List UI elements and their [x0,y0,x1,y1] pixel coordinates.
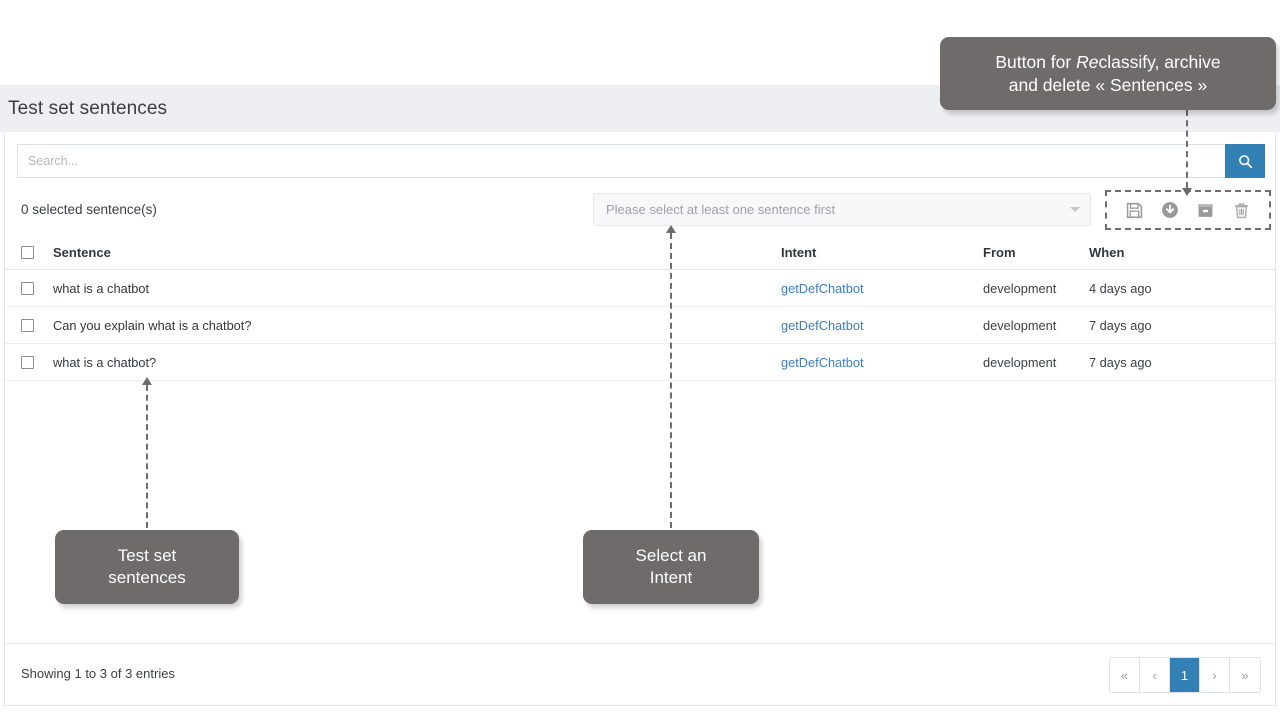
callout-reclassify-line1-em: Re [1076,52,1099,73]
select-all-cell [5,246,49,259]
pagination-prev[interactable]: ‹ [1140,658,1170,692]
intent-link[interactable]: getDefChatbot [781,318,864,333]
reclassify-button[interactable] [1159,199,1181,221]
cell-from: development [983,354,1057,370]
chevron-down-icon [1070,207,1080,212]
arrow-up-icon [666,225,676,233]
search-row [17,144,1265,178]
column-header-when: When [1089,245,1125,260]
cell-sentence: Can you explain what is a chatbot? [53,317,252,333]
cell-intent: getDefChatbot [763,318,983,333]
select-all-checkbox[interactable] [20,246,34,259]
cell-when: 7 days ago [1089,354,1152,370]
row-checkbox[interactable] [20,281,34,295]
save-icon [1127,202,1143,218]
circle-arrow-down-icon [1162,202,1179,218]
row-checkbox[interactable] [20,318,34,332]
delete-button[interactable] [1230,199,1252,221]
search-button[interactable] [1225,144,1265,178]
callout-intent: Select an Intent [583,530,759,604]
page-title: Test set sentences [8,97,168,119]
intent-link[interactable]: getDefChatbot [781,281,864,296]
table-footer: Showing 1 to 3 of 3 entries « ‹ 1 › » [5,643,1275,705]
content-card: 0 selected sentence(s) Please select at … [4,132,1277,706]
pagination-first[interactable]: « [1110,658,1140,692]
search-input[interactable] [17,144,1225,178]
entries-summary: Showing 1 to 3 of 3 entries [21,666,175,681]
callout-testset: Test set sentences [55,530,239,604]
cell-from: development [983,280,1057,296]
cell-sentence: what is a chatbot? [53,354,157,370]
cell-from: development [983,317,1057,333]
intent-select-placeholder: Please select at least one sentence firs… [606,202,836,217]
search-icon [1238,154,1252,168]
cell-intent: getDefChatbot [763,281,983,296]
save-button[interactable] [1124,199,1146,221]
app-screen: Test set sentences 0 selected sentence(s… [0,0,1280,720]
callout-reclassify-line1-post: classify, archive [1098,52,1221,73]
pagination-next[interactable]: › [1200,658,1230,692]
cell-when: 4 days ago [1089,280,1152,296]
action-bar: 0 selected sentence(s) Please select at … [5,190,1277,236]
table-row[interactable]: what is a chatbot? getDefChatbot develop… [5,344,1277,381]
callout-reclassify-line2: and delete « Sentences » [1008,74,1208,95]
archive-button[interactable] [1195,199,1217,221]
intent-select[interactable]: Please select at least one sentence firs… [593,193,1091,226]
row-select-cell [5,318,49,332]
sentences-table: Sentence Intent From When what is a chat… [5,236,1277,381]
pagination: « ‹ 1 › » [1109,657,1261,693]
callout-reclassify-line1-pre: Button for [995,52,1077,73]
cell-intent: getDefChatbot [763,355,983,370]
cell-when: 7 days ago [1089,317,1152,333]
column-header-intent: Intent [781,245,817,260]
leader-dash [1186,110,1188,188]
arrow-up-icon [142,377,152,385]
leader-dash [146,385,148,528]
pagination-last[interactable]: » [1230,658,1260,692]
row-select-cell [5,355,49,369]
table-row[interactable]: Can you explain what is a chatbot? getDe… [5,307,1277,344]
pagination-page-1[interactable]: 1 [1170,658,1200,692]
intent-link[interactable]: getDefChatbot [781,355,864,370]
archive-icon [1198,203,1214,217]
table-header-row: Sentence Intent From When [5,236,1277,270]
leader-dash [670,233,672,528]
selected-count-label: 0 selected sentence(s) [21,202,157,217]
bulk-actions-group [1105,190,1271,230]
row-checkbox[interactable] [20,355,34,369]
column-header-from: From [983,245,1016,260]
arrow-down-icon [1182,188,1192,196]
table-row[interactable]: what is a chatbot getDefChatbot developm… [5,270,1277,307]
row-select-cell [5,281,49,295]
column-header-sentence: Sentence [53,245,111,260]
trash-icon [1234,202,1248,218]
callout-reclassify: Button for Reclassify, archive and delet… [940,37,1276,110]
cell-sentence: what is a chatbot [53,280,150,296]
